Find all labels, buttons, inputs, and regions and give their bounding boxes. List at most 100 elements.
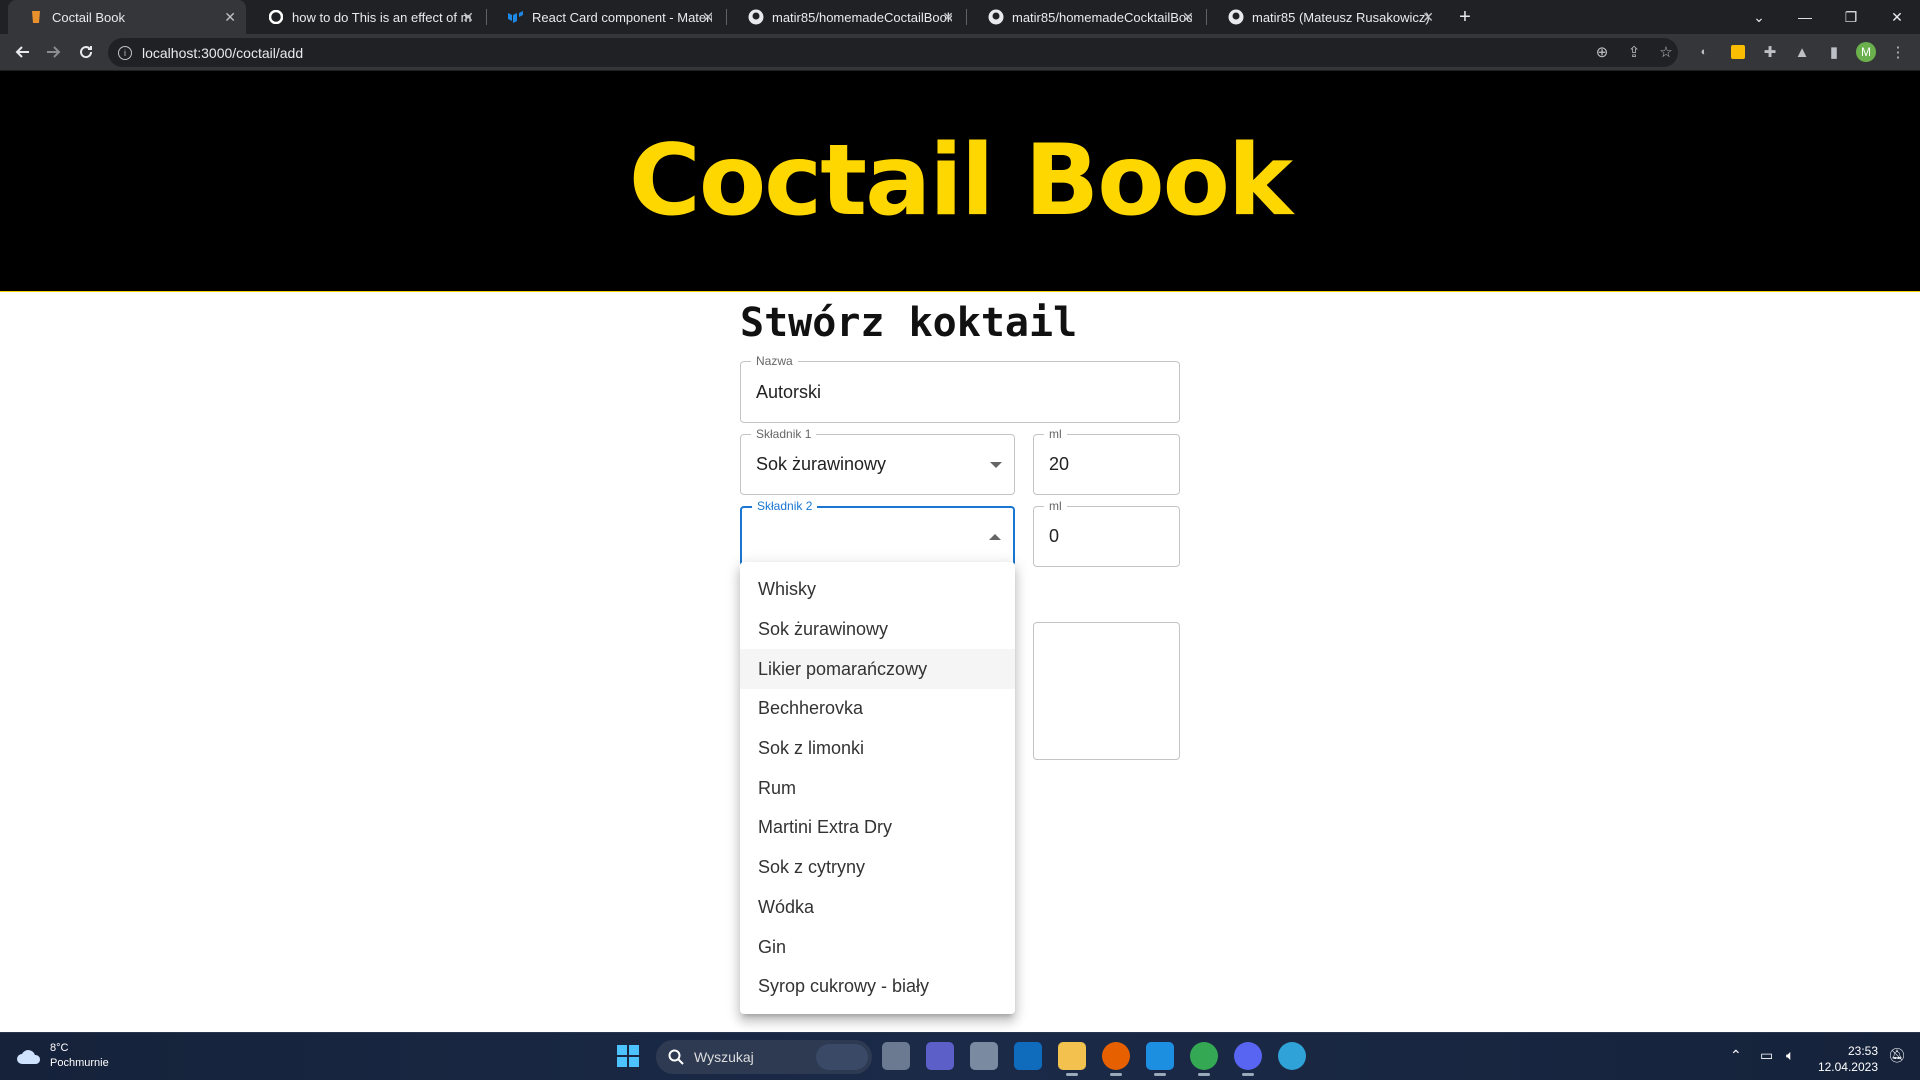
bookmark-star-icon[interactable]: ☆ xyxy=(1656,42,1676,62)
dropdown-option[interactable]: Wódka xyxy=(740,888,1015,928)
form-title: Stwórz koktail xyxy=(740,300,1078,346)
ml-1-input[interactable]: ml 20 xyxy=(1033,427,1180,495)
new-tab-button[interactable]: + xyxy=(1442,0,1488,34)
dropdown-option[interactable]: Whisky xyxy=(740,570,1015,610)
dropdown-option[interactable]: Rum xyxy=(740,768,1015,808)
taskbar-clock[interactable]: 23:53 12.04.2023 xyxy=(1818,1043,1878,1075)
tab-github-repo-2[interactable]: matir85/homemadeCocktailBook ✕ xyxy=(968,0,1204,34)
tab-separator xyxy=(1206,9,1207,25)
restore-button[interactable]: ❐ xyxy=(1828,0,1874,34)
ingredient-1-value: Sok żurawinowy xyxy=(756,454,887,474)
teams-chat-icon[interactable] xyxy=(926,1042,954,1070)
tab-github-repo-1[interactable]: matir85/homemadeCoctailBook- ✕ xyxy=(728,0,964,34)
tab-github-profile[interactable]: matir85 (Mateusz Rusakowicz) ✕ xyxy=(1208,0,1444,34)
close-tab-icon[interactable]: ✕ xyxy=(1182,9,1194,26)
name-field-value: Autorski xyxy=(756,381,822,402)
dropdown-option[interactable]: Sok z limonki xyxy=(740,729,1015,769)
lab-flask-icon[interactable]: ▲ xyxy=(1792,42,1812,62)
cocktail-favicon xyxy=(28,9,44,25)
ml-2-value: 0 xyxy=(1049,526,1060,546)
weather-temp: 8°C xyxy=(50,1042,69,1054)
ingredient-dropdown-menu: Whisky Sok żurawinowy Likier pomarańczow… xyxy=(740,562,1015,1014)
tab-title: matir85/homemadeCocktailBook xyxy=(1012,9,1192,25)
minimize-button[interactable]: — xyxy=(1782,0,1828,34)
dropdown-option[interactable]: Syrop cukrowy - biały xyxy=(740,967,1015,1007)
extension-cookie-icon[interactable]: ◐ xyxy=(1694,42,1714,62)
dropdown-option-hovered[interactable]: Likier pomarańczowy xyxy=(740,649,1015,690)
back-button[interactable] xyxy=(8,38,36,66)
share-icon[interactable]: ⇪ xyxy=(1624,42,1644,62)
tab-mui-card[interactable]: React Card component - Material ✕ xyxy=(488,0,724,34)
dropdown-arrow-up-icon xyxy=(989,533,1001,540)
dropdown-option[interactable]: Sok z cytryny xyxy=(740,848,1015,888)
show-hidden-icons-chevron[interactable]: ⌃ xyxy=(1730,1047,1742,1064)
tab-title: React Card component - Material xyxy=(532,9,712,25)
search-placeholder: Wyszukaj xyxy=(694,1049,754,1065)
dropdown-option[interactable]: Gin xyxy=(740,927,1015,967)
windows-logo-icon xyxy=(617,1045,639,1067)
close-tab-icon[interactable]: ✕ xyxy=(942,9,954,26)
taskbar-search[interactable]: Wyszukaj xyxy=(656,1040,872,1074)
file-explorer-icon[interactable] xyxy=(1058,1042,1086,1076)
ml-2-input[interactable]: ml 0 xyxy=(1033,499,1180,567)
address-bar[interactable]: i localhost:3000/coctail/add xyxy=(108,38,1678,67)
ingredient-2-select[interactable]: Składnik 2 xyxy=(740,499,1015,567)
task-view-icon[interactable] xyxy=(882,1042,910,1070)
reload-button[interactable] xyxy=(72,38,100,66)
url-text: localhost:3000/coctail/add xyxy=(142,44,304,61)
webstorm-icon[interactable] xyxy=(1146,1042,1174,1076)
zoom-icon[interactable]: ⊕ xyxy=(1592,42,1612,62)
app-header: Coctail Book xyxy=(0,71,1920,292)
github-icon xyxy=(748,9,764,25)
description-textarea[interactable] xyxy=(1033,622,1180,760)
tab-google-search[interactable]: how to do This is an effect of mu ✕ xyxy=(248,0,484,34)
github-icon xyxy=(1228,9,1244,25)
firefox-icon[interactable] xyxy=(1102,1042,1130,1076)
close-tab-icon[interactable]: ✕ xyxy=(702,9,714,26)
close-tab-icon[interactable]: ✕ xyxy=(224,9,236,26)
calculator-icon[interactable] xyxy=(970,1042,998,1070)
app-title: Coctail Book xyxy=(628,124,1293,238)
tab-coctail-book[interactable]: Coctail Book ✕ xyxy=(8,0,246,34)
dropdown-option[interactable]: Martini Extra Dry xyxy=(740,808,1015,848)
volume-icon[interactable]: 🔈︎ xyxy=(1786,1047,1794,1064)
tab-separator xyxy=(726,9,727,25)
profile-avatar[interactable]: M xyxy=(1856,42,1876,62)
name-field[interactable]: Nazwa Autorski xyxy=(740,354,1180,423)
ingredient-2-label: Składnik 2 xyxy=(752,499,818,513)
forward-arrow-icon xyxy=(47,46,61,58)
mail-icon[interactable] xyxy=(1014,1042,1042,1070)
browser-globe-icon[interactable] xyxy=(1278,1042,1306,1070)
close-tab-icon[interactable]: ✕ xyxy=(462,9,474,26)
search-icon xyxy=(668,1049,684,1065)
search-highlight-icon xyxy=(816,1044,868,1070)
tab-title: how to do This is an effect of mu xyxy=(292,9,472,25)
profile-initial: M xyxy=(1856,42,1876,62)
weather-widget[interactable]: 8°C Pochmurnie xyxy=(16,1041,109,1071)
back-arrow-icon xyxy=(15,46,29,58)
extensions-puzzle-icon[interactable]: ✚ xyxy=(1760,42,1780,62)
forward-button[interactable] xyxy=(40,38,68,66)
dropdown-option[interactable]: Bechherovka xyxy=(740,689,1015,729)
tab-title: matir85/homemadeCoctailBook- xyxy=(772,9,952,25)
tab-title: matir85 (Mateusz Rusakowicz) xyxy=(1252,9,1430,25)
browser-tab-bar: Coctail Book ✕ how to do This is an effe… xyxy=(0,0,1920,34)
google-icon xyxy=(268,9,284,25)
dropdown-option[interactable]: Sok żurawinowy xyxy=(740,610,1015,650)
network-icon[interactable]: ▭ xyxy=(1760,1047,1773,1064)
discord-icon[interactable] xyxy=(1234,1042,1262,1076)
start-button[interactable] xyxy=(614,1042,642,1070)
dropdown-arrow-icon xyxy=(990,461,1002,468)
github-icon xyxy=(988,9,1004,25)
chrome-icon[interactable] xyxy=(1190,1042,1218,1076)
menu-kebab-icon[interactable]: ⋮ xyxy=(1888,42,1908,62)
extension-keep-icon[interactable] xyxy=(1728,42,1748,62)
tab-search-icon[interactable]: ⌄ xyxy=(1736,0,1782,34)
ingredient-1-select[interactable]: Składnik 1 Sok żurawinowy xyxy=(740,427,1015,495)
clock-date: 12.04.2023 xyxy=(1817,1060,1878,1074)
notifications-icon[interactable]: 🔕︎ xyxy=(1888,1047,1906,1064)
close-window-button[interactable]: ✕ xyxy=(1874,0,1920,34)
side-panel-icon[interactable]: ▮ xyxy=(1824,42,1844,62)
close-tab-icon[interactable]: ✕ xyxy=(1422,9,1434,26)
info-icon[interactable]: i xyxy=(118,45,132,60)
